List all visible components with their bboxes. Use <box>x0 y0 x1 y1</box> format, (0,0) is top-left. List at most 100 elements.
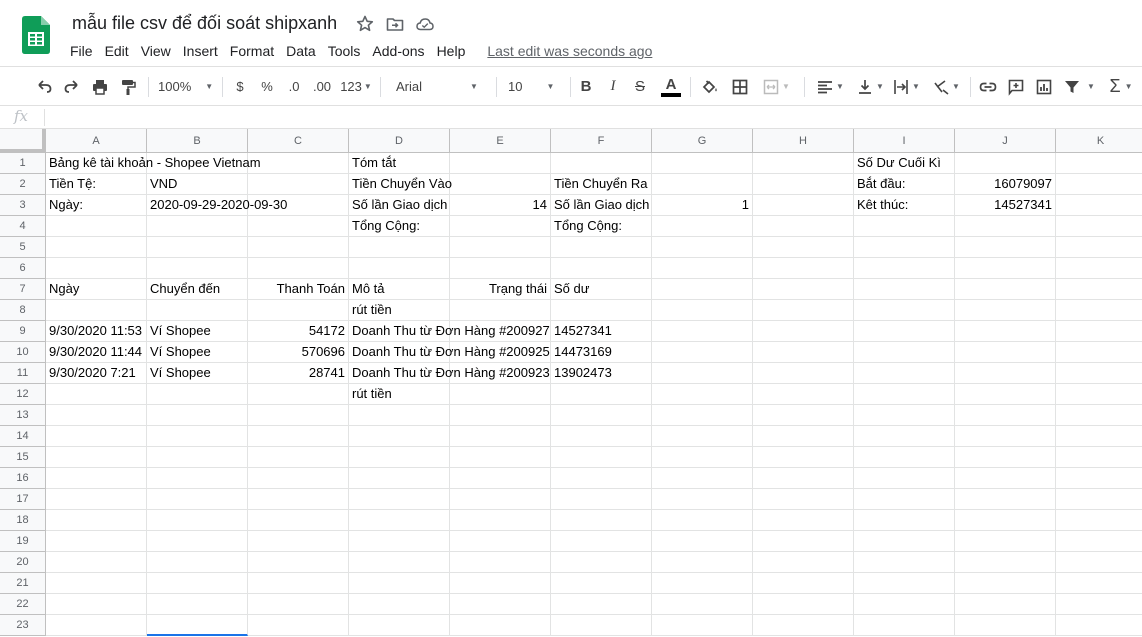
paint-format-button[interactable] <box>116 67 140 106</box>
cell-h1[interactable] <box>753 153 854 174</box>
insert-chart-button[interactable] <box>1032 67 1056 106</box>
cell-j22[interactable] <box>955 594 1056 615</box>
cell-f15[interactable] <box>551 447 652 468</box>
cell-h12[interactable] <box>753 384 854 405</box>
menu-add-ons[interactable]: Add-ons <box>366 41 430 61</box>
cell-b13[interactable] <box>147 405 248 426</box>
cell-a22[interactable] <box>46 594 147 615</box>
borders-button[interactable] <box>728 67 752 106</box>
cell-j1[interactable] <box>955 153 1056 174</box>
cell-k9[interactable] <box>1056 321 1142 342</box>
cell-d4[interactable]: Tổng Cộng: <box>349 216 450 237</box>
cell-g13[interactable] <box>652 405 753 426</box>
cell-b6[interactable] <box>147 258 248 279</box>
cell-i8[interactable] <box>854 300 955 321</box>
last-edit-link[interactable]: Last edit was seconds ago <box>487 43 652 59</box>
row-header-11[interactable]: 11 <box>0 363 46 384</box>
font-select[interactable]: Arial ▼ <box>396 67 488 106</box>
row-header-17[interactable]: 17 <box>0 489 46 510</box>
cell-k1[interactable] <box>1056 153 1142 174</box>
cell-b12[interactable] <box>147 384 248 405</box>
cell-i3[interactable]: Kêt thúc: <box>854 195 955 216</box>
row-header-18[interactable]: 18 <box>0 510 46 531</box>
cell-c4[interactable] <box>248 216 349 237</box>
cell-f3[interactable]: Số lần Giao dịch <box>551 195 652 216</box>
cell-j9[interactable] <box>955 321 1056 342</box>
cell-a16[interactable] <box>46 468 147 489</box>
cell-c23[interactable] <box>248 615 349 636</box>
cell-a1[interactable]: Bảng kê tài khoản - Shopee Vietnam <box>46 153 261 174</box>
cell-k19[interactable] <box>1056 531 1142 552</box>
cell-f13[interactable] <box>551 405 652 426</box>
cell-j10[interactable] <box>955 342 1056 363</box>
text-color-button[interactable]: A <box>660 67 682 106</box>
cell-c9[interactable]: 54172 <box>248 321 349 342</box>
cell-a2[interactable]: Tiền Tệ: <box>46 174 147 195</box>
insert-link-button[interactable] <box>976 67 1000 106</box>
cell-a21[interactable] <box>46 573 147 594</box>
cell-k21[interactable] <box>1056 573 1142 594</box>
fill-color-button[interactable] <box>698 67 722 106</box>
more-formats-button[interactable]: 123 ▼ <box>339 67 373 106</box>
cell-a10[interactable]: 9/30/2020 11:44 <box>46 342 147 363</box>
menu-file[interactable]: File <box>64 41 99 61</box>
cell-d10[interactable]: Doanh Thu từ Đơn Hàng #200925 <box>349 342 550 363</box>
row-header-4[interactable]: 4 <box>0 216 46 237</box>
cell-e19[interactable] <box>450 531 551 552</box>
row-header-13[interactable]: 13 <box>0 405 46 426</box>
cell-f19[interactable] <box>551 531 652 552</box>
print-button[interactable] <box>88 67 112 106</box>
cell-j21[interactable] <box>955 573 1056 594</box>
cell-k23[interactable] <box>1056 615 1142 636</box>
percent-format-button[interactable]: % <box>257 67 277 106</box>
column-header-f[interactable]: F <box>551 129 652 153</box>
strikethrough-button[interactable]: S <box>630 67 650 106</box>
cell-j8[interactable] <box>955 300 1056 321</box>
cell-i4[interactable] <box>854 216 955 237</box>
cell-f5[interactable] <box>551 237 652 258</box>
cell-f23[interactable] <box>551 615 652 636</box>
cell-h16[interactable] <box>753 468 854 489</box>
cell-k5[interactable] <box>1056 237 1142 258</box>
cell-j17[interactable] <box>955 489 1056 510</box>
cell-j18[interactable] <box>955 510 1056 531</box>
cell-h3[interactable] <box>753 195 854 216</box>
cell-e12[interactable] <box>450 384 551 405</box>
cell-e1[interactable] <box>450 153 551 174</box>
cell-g9[interactable] <box>652 321 753 342</box>
cell-b9[interactable]: Ví Shopee <box>147 321 248 342</box>
cell-d23[interactable] <box>349 615 450 636</box>
cell-a15[interactable] <box>46 447 147 468</box>
cell-k17[interactable] <box>1056 489 1142 510</box>
cell-e16[interactable] <box>450 468 551 489</box>
cell-d8[interactable]: rút tiền <box>349 300 450 321</box>
cell-e17[interactable] <box>450 489 551 510</box>
row-header-16[interactable]: 16 <box>0 468 46 489</box>
row-header-1[interactable]: 1 <box>0 153 46 174</box>
column-header-a[interactable]: A <box>46 129 147 153</box>
cell-c21[interactable] <box>248 573 349 594</box>
cell-j23[interactable] <box>955 615 1056 636</box>
row-header-22[interactable]: 22 <box>0 594 46 615</box>
cell-g10[interactable] <box>652 342 753 363</box>
menu-edit[interactable]: Edit <box>99 41 135 61</box>
cell-e3[interactable]: 14 <box>450 195 551 216</box>
bold-button[interactable]: B <box>576 67 596 106</box>
row-header-6[interactable]: 6 <box>0 258 46 279</box>
cell-h4[interactable] <box>753 216 854 237</box>
cell-g19[interactable] <box>652 531 753 552</box>
cell-a9[interactable]: 9/30/2020 11:53 <box>46 321 147 342</box>
cell-c13[interactable] <box>248 405 349 426</box>
cell-g5[interactable] <box>652 237 753 258</box>
cell-f11[interactable]: 13902473 <box>551 363 652 384</box>
cell-a17[interactable] <box>46 489 147 510</box>
sheets-logo-icon[interactable] <box>22 16 50 54</box>
column-header-j[interactable]: J <box>955 129 1056 153</box>
cell-d17[interactable] <box>349 489 450 510</box>
cell-d3[interactable]: Số lần Giao dịch <box>349 195 450 216</box>
cell-f6[interactable] <box>551 258 652 279</box>
cell-g20[interactable] <box>652 552 753 573</box>
cell-e6[interactable] <box>450 258 551 279</box>
cell-g12[interactable] <box>652 384 753 405</box>
cell-j5[interactable] <box>955 237 1056 258</box>
